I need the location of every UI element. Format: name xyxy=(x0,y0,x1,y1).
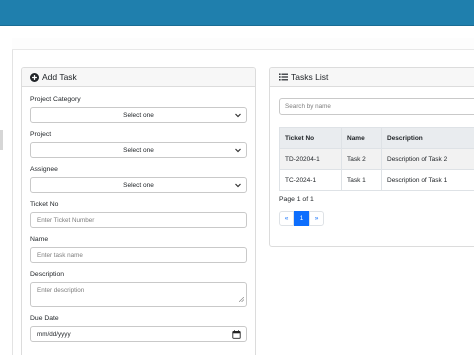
chevron-down-icon xyxy=(234,146,242,156)
add-task-form: Project Category Select one Project Sele… xyxy=(22,87,255,342)
name-input[interactable]: Enter task name xyxy=(30,247,247,263)
tasks-list-card: Tasks List Search by name Ticket No Name… xyxy=(269,67,474,247)
ticket-no-placeholder: Enter Ticket Number xyxy=(37,216,95,224)
search-input[interactable]: Search by name xyxy=(279,98,474,115)
pagination-page-1[interactable]: 1 xyxy=(294,211,309,226)
table-row[interactable]: TD-20204-1 Task 2 Description of Task 2 xyxy=(279,148,474,170)
description-textarea[interactable]: Enter description xyxy=(30,282,247,307)
assignee-label: Assignee xyxy=(30,166,58,173)
description-label: Description xyxy=(30,271,64,278)
project-label: Project xyxy=(30,131,52,138)
search-placeholder: Search by name xyxy=(285,103,331,110)
pagination: « 1 » xyxy=(279,211,324,226)
list-icon xyxy=(279,73,288,81)
pagination-next[interactable]: » xyxy=(309,211,324,226)
due-date-label: Due Date xyxy=(30,315,59,322)
due-date-input[interactable]: mm/dd/yyyy xyxy=(30,326,247,342)
project-value: Select one xyxy=(123,146,154,154)
due-date-value: mm/dd/yyyy xyxy=(37,330,71,338)
ticket-no-input[interactable]: Enter Ticket Number xyxy=(30,212,247,228)
add-task-title: Add Task xyxy=(42,72,77,82)
add-task-header: Add Task xyxy=(22,68,255,87)
tasks-table: Ticket No Name Description TD-20204-1 Ta… xyxy=(279,127,474,191)
cell-name: Task 2 xyxy=(341,148,382,170)
add-task-card: Add Task Project Category Select one Pro… xyxy=(21,67,256,355)
assignee-select[interactable]: Select one xyxy=(30,177,247,193)
pagination-prev[interactable]: « xyxy=(279,211,294,226)
tasks-list-title: Tasks List xyxy=(291,72,329,82)
cell-description: Description of Task 1 xyxy=(381,169,474,191)
cell-ticket-no: TD-20204-1 xyxy=(279,148,342,170)
name-label: Name xyxy=(30,236,49,243)
project-category-value: Select one xyxy=(123,111,154,119)
tasks-list-header: Tasks List xyxy=(270,68,474,87)
page-info: Page 1 of 1 xyxy=(279,196,314,203)
column-header-ticket-no[interactable]: Ticket No xyxy=(279,127,342,149)
resize-grip-icon[interactable] xyxy=(238,296,245,304)
project-category-select[interactable]: Select one xyxy=(30,107,247,123)
top-navbar xyxy=(0,0,474,26)
column-header-description[interactable]: Description xyxy=(381,127,474,149)
chevron-down-icon xyxy=(234,181,242,191)
column-header-name[interactable]: Name xyxy=(341,127,382,149)
name-placeholder: Enter task name xyxy=(37,251,83,259)
project-select[interactable]: Select one xyxy=(30,142,247,158)
description-placeholder: Enter description xyxy=(37,287,85,294)
table-header-row: Ticket No Name Description xyxy=(279,127,474,149)
side-scroll-handle[interactable] xyxy=(0,130,3,150)
content-header-strip xyxy=(12,38,474,50)
calendar-icon[interactable] xyxy=(232,330,241,341)
chevron-down-icon xyxy=(234,111,242,121)
cell-description: Description of Task 2 xyxy=(381,148,474,170)
plus-circle-icon xyxy=(30,72,39,82)
cell-ticket-no: TC-2024-1 xyxy=(279,169,342,191)
project-category-label: Project Category xyxy=(30,96,81,103)
assignee-value: Select one xyxy=(123,181,154,189)
table-row[interactable]: TC-2024-1 Task 1 Description of Task 1 xyxy=(279,169,474,191)
ticket-no-label: Ticket No xyxy=(30,201,59,208)
cell-name: Task 1 xyxy=(341,169,382,191)
